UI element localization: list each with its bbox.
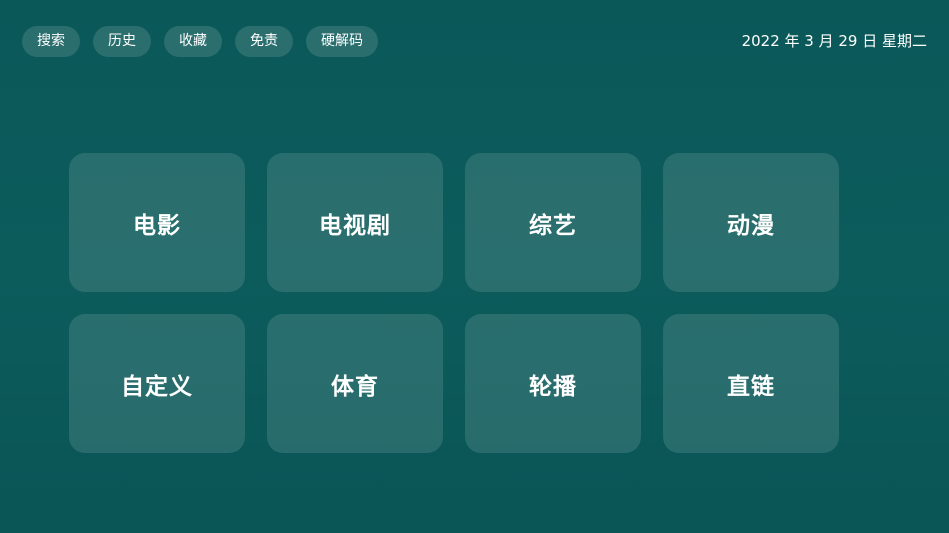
top-nav: 搜索 历史 收藏 免责 硬解码 [22, 26, 378, 57]
category-label: 体育 [331, 373, 379, 400]
disclaimer-button[interactable]: 免责 [235, 26, 293, 57]
top-bar: 搜索 历史 收藏 免责 硬解码 2022 年 3 月 29 日 星期二 [22, 26, 927, 57]
favorites-button[interactable]: 收藏 [164, 26, 222, 57]
category-tile-tv-series[interactable]: 电视剧 [267, 153, 443, 292]
category-label: 动漫 [727, 212, 775, 239]
category-tile-sports[interactable]: 体育 [267, 314, 443, 453]
category-tile-anime[interactable]: 动漫 [663, 153, 839, 292]
category-label: 电影 [133, 212, 181, 239]
category-label: 综艺 [529, 212, 577, 239]
category-tile-variety[interactable]: 综艺 [465, 153, 641, 292]
history-button[interactable]: 历史 [93, 26, 151, 57]
category-tile-direct-link[interactable]: 直链 [663, 314, 839, 453]
category-label: 轮播 [529, 373, 577, 400]
category-tile-carousel[interactable]: 轮播 [465, 314, 641, 453]
category-tile-movies[interactable]: 电影 [69, 153, 245, 292]
category-label: 电视剧 [319, 212, 391, 239]
search-button[interactable]: 搜索 [22, 26, 80, 57]
hardware-decode-button[interactable]: 硬解码 [306, 26, 378, 57]
category-tile-custom[interactable]: 自定义 [69, 314, 245, 453]
category-label: 自定义 [121, 373, 193, 400]
category-label: 直链 [727, 373, 775, 400]
date-display: 2022 年 3 月 29 日 星期二 [741, 32, 927, 50]
category-grid: 电影 电视剧 综艺 动漫 自定义 体育 轮播 直链 [69, 153, 839, 453]
